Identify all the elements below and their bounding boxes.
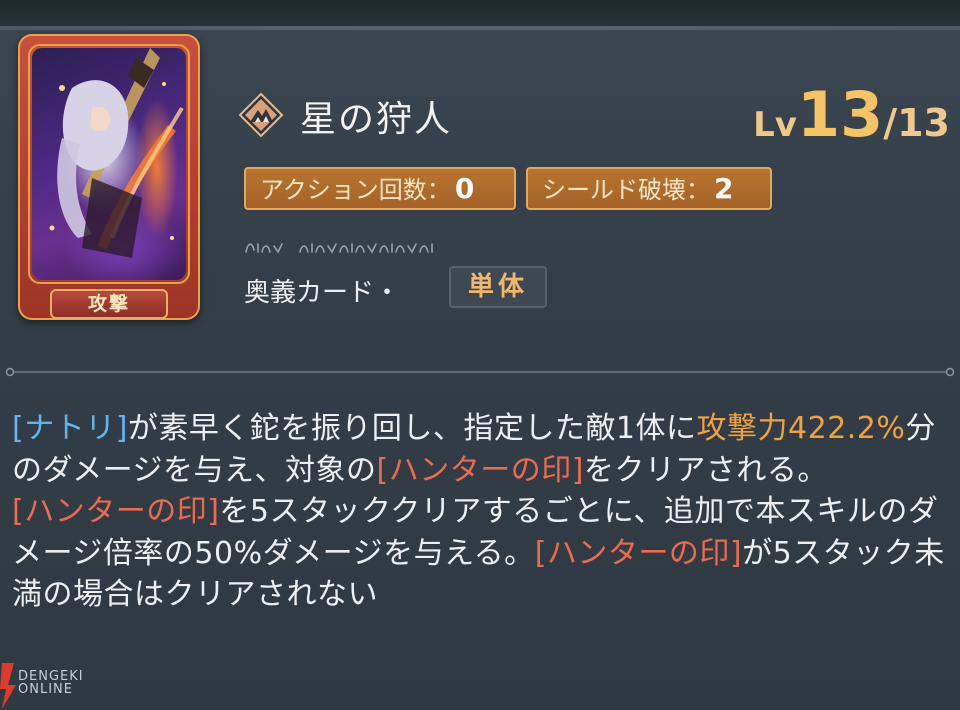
skill-card[interactable]: 攻撃 — [18, 34, 200, 320]
shield-break-label: シールド破壊： — [542, 176, 710, 204]
watermark-line2: ONLINE — [18, 682, 73, 697]
shield-break-tag: シールド破壊： 2 — [526, 167, 772, 210]
panel-top-edge — [0, 26, 960, 30]
skill-description: [ナトリ]が素早く鉈を振り回し、指定した敵1体に攻撃力422.2%分のダメージを… — [12, 408, 952, 616]
desc-text: をクリアされる。 — [583, 452, 828, 488]
desc-keyword-hunter-mark: [ハンターの印] — [376, 452, 584, 488]
level-current: 13 — [796, 78, 884, 151]
action-count-value: 0 — [454, 172, 475, 205]
card-category-label: 攻撃 — [50, 289, 168, 319]
desc-keyword-hunter-mark: [ハンターの印] — [534, 535, 743, 571]
level-max: /13 — [883, 101, 950, 145]
top-background-band — [0, 0, 960, 28]
ornament-divider — [6, 367, 954, 377]
desc-keyword-natori: [ナトリ] — [12, 411, 128, 446]
action-count-label: アクション回数： — [260, 176, 451, 204]
action-count-tag: アクション回数： 0 — [244, 167, 516, 210]
desc-keyword-attack: 攻撃力422.2% — [696, 411, 906, 446]
target-type-tag: 単体 — [449, 266, 547, 308]
mountain-diamond-icon — [238, 92, 284, 138]
skill-name: 星の狩人 — [300, 99, 453, 140]
watermark-text: DENGEKI ONLINE — [18, 670, 84, 696]
desc-text: が素早く鉈を振り回し、指定した敵1体に — [127, 411, 697, 446]
card-type-label: 奥義カード・ — [244, 278, 401, 308]
decorative-script — [245, 243, 433, 254]
skill-level: Lv13/13 — [753, 78, 950, 151]
card-inner-frame — [28, 44, 190, 284]
desc-keyword-hunter-mark: [ハンターの印] — [12, 494, 220, 529]
level-prefix: Lv — [753, 105, 797, 145]
shield-break-value: 2 — [714, 172, 734, 205]
